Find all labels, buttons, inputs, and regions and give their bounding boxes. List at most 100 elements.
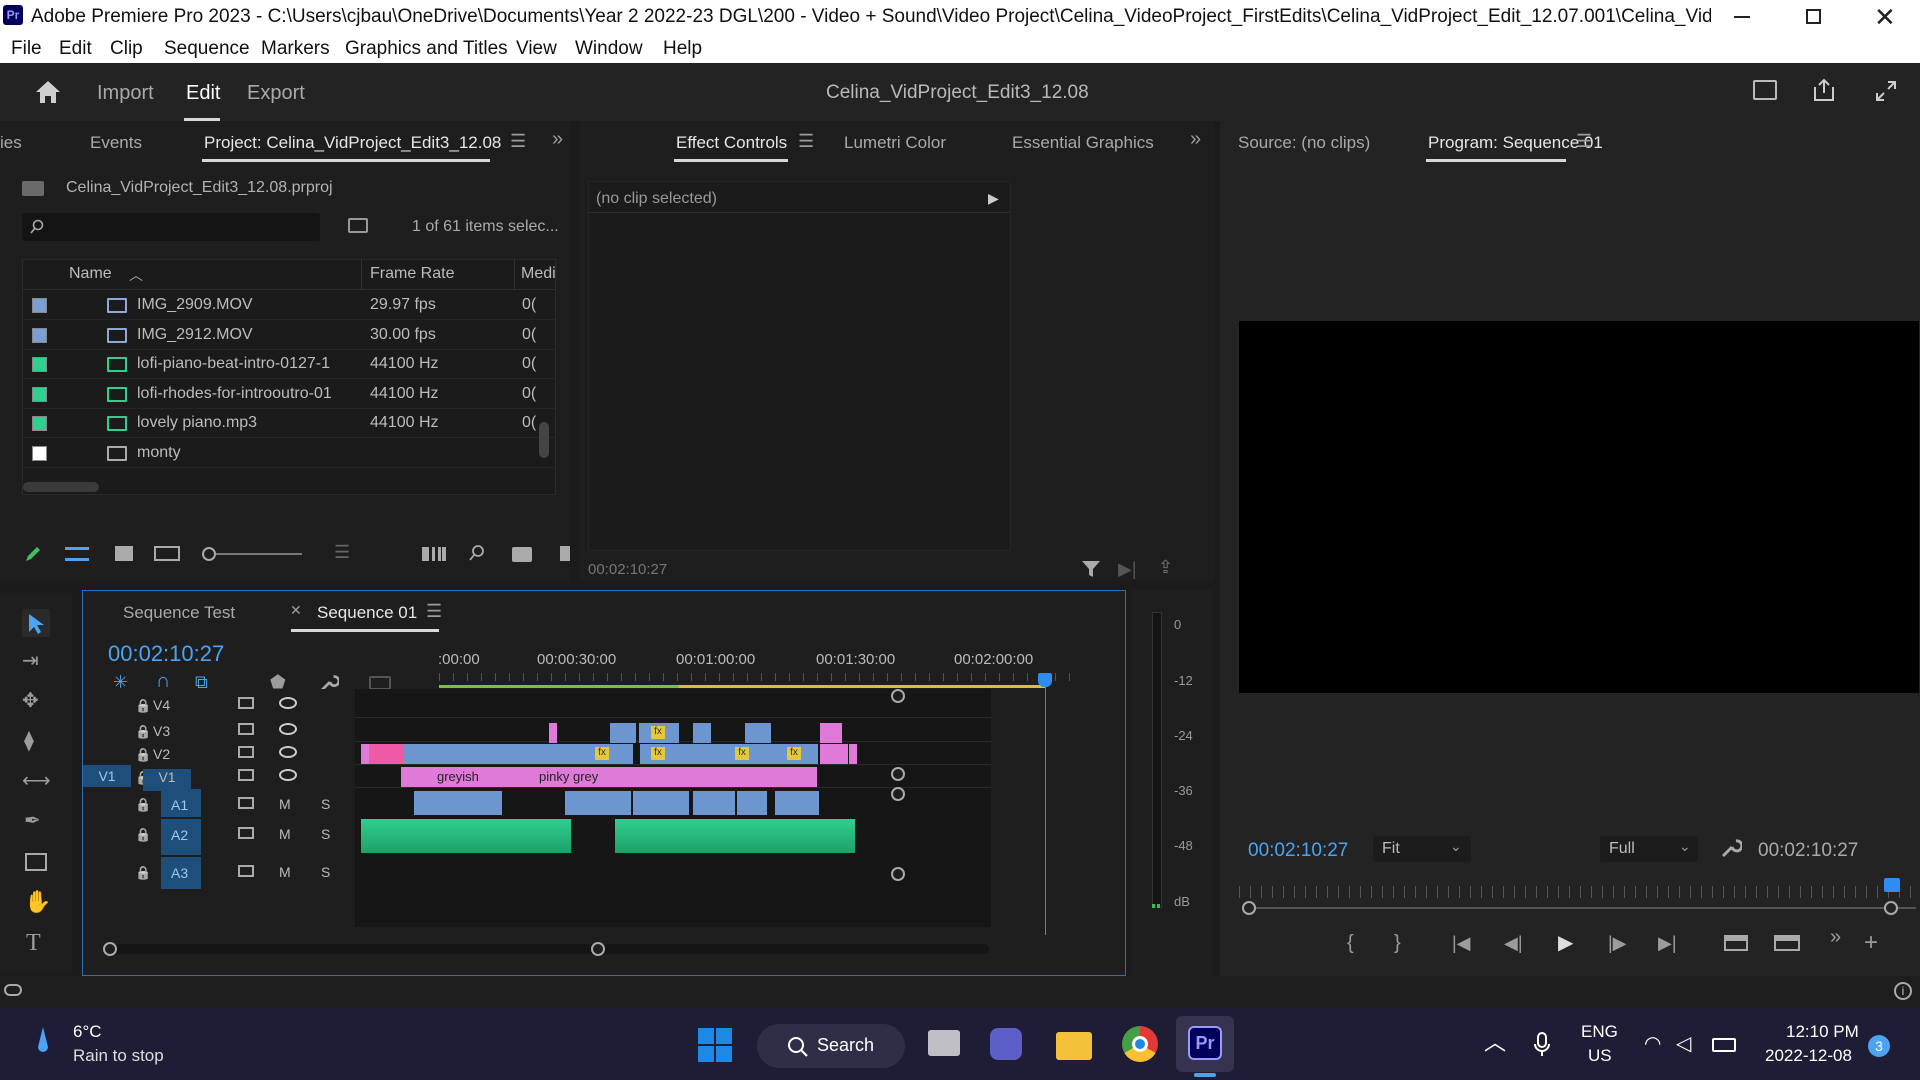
track-label-v2[interactable]: V2 <box>153 746 170 762</box>
go-to-in-icon[interactable]: |◀ <box>1452 934 1471 952</box>
find-icon[interactable] <box>468 544 486 562</box>
clip-v2[interactable] <box>369 744 403 764</box>
timeline-hscroll-track[interactable] <box>105 944 989 954</box>
chevron-up-icon[interactable]: ︿ <box>1484 1032 1506 1054</box>
clip-v3[interactable] <box>610 723 636 743</box>
mark-in-icon[interactable]: { <box>1347 933 1354 953</box>
timeline-hscroll-start[interactable] <box>103 942 117 956</box>
snap-magnet-icon[interactable]: ∩ <box>156 671 170 691</box>
label-color-swatch[interactable] <box>32 357 47 372</box>
weather-rain-icon[interactable] <box>36 1025 50 1059</box>
timeline-hscroll-end[interactable] <box>591 942 605 956</box>
menu-graphics-and-titles[interactable]: Graphics and Titles <box>345 38 508 60</box>
timeline-timecode[interactable]: 00:02:10:27 <box>108 641 224 667</box>
track-label-a3[interactable]: A3 <box>171 865 188 881</box>
mute-button[interactable]: M <box>279 796 291 812</box>
clip-v2[interactable] <box>849 744 857 764</box>
sync-lock-icon[interactable] <box>238 723 254 735</box>
menu-sequence[interactable]: Sequence <box>164 38 250 60</box>
home-icon[interactable] <box>34 79 62 105</box>
go-to-out-icon[interactable]: ▶| <box>1658 934 1677 952</box>
clip-v2[interactable] <box>361 744 369 764</box>
clip-v3[interactable] <box>745 723 771 743</box>
lock-icon[interactable]: 🔒 <box>135 865 151 881</box>
tab-libraries[interactable]: ies <box>0 133 22 153</box>
overflow-chevron-icon[interactable]: » <box>1190 129 1201 149</box>
overflow-chevron-icon[interactable]: » <box>1830 927 1841 947</box>
list-item[interactable]: lovely piano.mp3 44100 Hz 0( <box>23 409 555 438</box>
column-name[interactable]: Name <box>69 265 112 283</box>
creative-cloud-icon[interactable] <box>4 984 22 996</box>
weather-temp[interactable]: 6°C <box>73 1022 102 1042</box>
filter-icon[interactable] <box>1080 559 1102 579</box>
lock-icon[interactable]: 🔒 <box>135 747 151 762</box>
source-patch-v1[interactable]: V1 <box>83 765 131 787</box>
new-item-icon[interactable] <box>560 546 570 561</box>
new-search-bin-icon[interactable] <box>348 218 368 233</box>
list-item[interactable]: lofi-rhodes-for-introoutro-01 44100 Hz 0( <box>23 380 555 409</box>
sync-lock-icon[interactable] <box>238 827 254 839</box>
sync-lock-icon[interactable] <box>238 865 254 877</box>
workspaces-icon[interactable] <box>1753 80 1777 100</box>
track-label-v4[interactable]: V4 <box>153 697 170 713</box>
razor-tool-icon[interactable]: ⧫ <box>24 731 34 751</box>
clip-v3[interactable] <box>549 723 557 743</box>
task-view-icon[interactable] <box>928 1030 960 1056</box>
minimize-icon[interactable] <box>1734 16 1750 18</box>
vertical-zoom-handle[interactable] <box>891 689 905 703</box>
tab-project[interactable]: Project: Celina_VidProject_Edit3_12.08 <box>204 133 501 153</box>
close-tab-icon[interactable]: ✕ <box>290 603 302 617</box>
project-search-input[interactable] <box>22 213 320 241</box>
file-explorer-icon[interactable] <box>1056 1032 1092 1060</box>
menu-window[interactable]: Window <box>575 38 643 60</box>
track-label-a1[interactable]: A1 <box>171 797 188 813</box>
monitor-scroll-track[interactable] <box>1248 907 1916 909</box>
volume-icon[interactable]: ◁ <box>1676 1034 1691 1054</box>
track-select-tool-icon[interactable]: ⇥ <box>22 651 39 671</box>
tab-sequence-test[interactable]: Sequence Test <box>123 603 235 623</box>
ripple-edit-tool-icon[interactable]: ✥ <box>22 691 39 711</box>
audio-clip-a2[interactable] <box>361 819 571 853</box>
solo-button[interactable]: S <box>321 826 330 842</box>
overflow-chevron-icon[interactable]: » <box>552 129 563 149</box>
vertical-zoom-handle[interactable] <box>891 867 905 881</box>
vertical-zoom-handle[interactable] <box>891 787 905 801</box>
panel-menu-icon[interactable]: ☰ <box>1576 132 1592 150</box>
sync-lock-icon[interactable] <box>238 769 254 781</box>
close-icon[interactable]: ✕ <box>1874 2 1896 33</box>
tab-essential-graphics[interactable]: Essential Graphics <box>1012 133 1154 153</box>
rectangle-tool-icon[interactable] <box>25 853 47 871</box>
pen-tool-icon[interactable]: ✒ <box>24 811 41 831</box>
new-bin-icon[interactable] <box>512 547 532 562</box>
pencil-icon[interactable] <box>23 544 43 564</box>
tab-edit[interactable]: Edit <box>186 82 220 105</box>
track-label-v1[interactable]: V1 <box>143 769 191 791</box>
lift-icon[interactable] <box>1724 935 1748 951</box>
sort-icons-icon[interactable]: ☰ <box>334 543 350 561</box>
sync-lock-icon[interactable] <box>238 746 254 758</box>
zoom-slider-handle[interactable] <box>202 547 216 561</box>
tab-import[interactable]: Import <box>97 82 154 105</box>
clip-v3[interactable] <box>693 723 711 743</box>
add-button-icon[interactable]: + <box>1864 931 1878 955</box>
clock-time[interactable]: 12:10 PM <box>1786 1022 1859 1042</box>
clip-v3[interactable] <box>820 723 842 743</box>
playhead-timecode[interactable]: 00:02:10:27 <box>1248 840 1348 862</box>
tab-lumetri-color[interactable]: Lumetri Color <box>844 133 946 153</box>
menu-file[interactable]: File <box>11 38 42 60</box>
monitor-playhead[interactable] <box>1884 878 1900 892</box>
panel-menu-icon[interactable]: ☰ <box>426 602 442 620</box>
mark-out-icon[interactable]: } <box>1394 933 1401 953</box>
audio-clip-a1[interactable] <box>565 791 631 815</box>
eye-icon[interactable] <box>279 697 297 709</box>
audio-clip-a1[interactable] <box>693 791 735 815</box>
menu-edit[interactable]: Edit <box>59 38 92 60</box>
lock-icon[interactable]: 🔒 <box>135 698 151 713</box>
list-item[interactable]: lofi-piano-beat-intro-0127-1 44100 Hz 0( <box>23 350 555 379</box>
menu-view[interactable]: View <box>516 38 557 60</box>
solo-button[interactable]: S <box>321 796 330 812</box>
label-color-swatch[interactable] <box>32 416 47 431</box>
play-icon[interactable]: ▶ <box>1558 933 1573 953</box>
info-icon[interactable]: i <box>1894 982 1912 1000</box>
fullscreen-icon[interactable] <box>1874 79 1898 103</box>
